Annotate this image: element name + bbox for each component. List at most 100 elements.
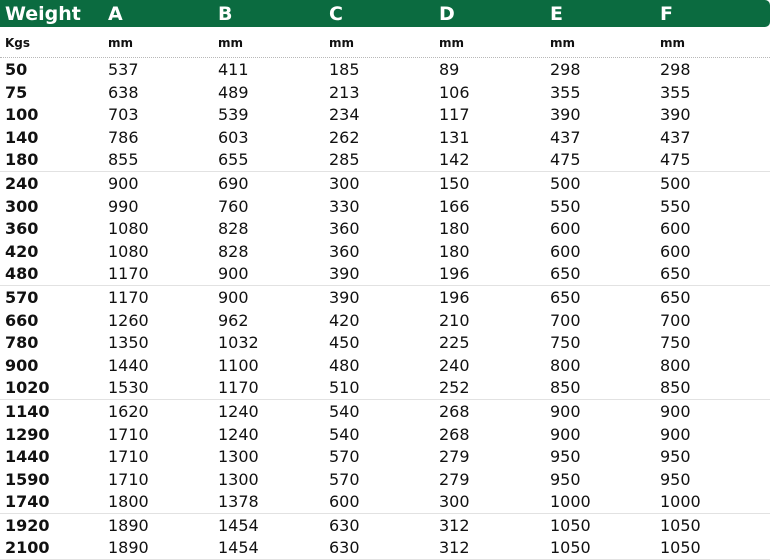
dimension-cell: 166	[439, 196, 470, 216]
dimension-cell: 330	[329, 196, 360, 216]
table-row: 240 900 690 300 150 500 500	[0, 172, 770, 195]
dimension-cell: 1170	[218, 378, 259, 398]
dimension-cell: 1620	[108, 401, 149, 421]
dimension-cell: 312	[439, 538, 470, 558]
dimension-cell: 962	[218, 310, 249, 330]
weight-cell: 2100	[5, 538, 50, 558]
dimension-cell: 1300	[218, 447, 259, 467]
dimension-cell: 1800	[108, 492, 149, 512]
unit-d: mm	[439, 36, 465, 50]
dimension-cell: 234	[329, 105, 360, 125]
dimension-cell: 252	[439, 378, 470, 398]
dimension-cell: 990	[108, 196, 139, 216]
dimension-cell: 225	[439, 333, 470, 353]
dimension-cell: 603	[218, 127, 249, 147]
dimension-cell: 850	[660, 378, 691, 398]
dimension-cell: 1050	[550, 538, 591, 558]
table-body: 50 537 411 185 89 298 298 75 638 489 213 106 355 355 1…	[0, 58, 770, 560]
dimension-cell: 630	[329, 515, 360, 535]
table-row: 360 1080 828 360 180 600 600	[0, 217, 770, 240]
dimension-cell: 279	[439, 447, 470, 467]
table-row: 2100 1890 1454 630 312 1050 1050	[0, 536, 770, 559]
dimension-cell: 131	[439, 127, 470, 147]
table-row: 1590 1710 1300 570 279 950 950	[0, 468, 770, 491]
dimension-cell: 570	[329, 447, 360, 467]
weight-cell: 140	[5, 127, 39, 147]
dimension-cell: 1260	[108, 310, 149, 330]
dimension-cell: 900	[218, 287, 249, 307]
dimension-cell: 355	[660, 82, 691, 102]
table-row: 140 786 603 262 131 437 437	[0, 126, 770, 149]
table-row: 420 1080 828 360 180 600 600	[0, 240, 770, 263]
dimension-cell: 1100	[218, 355, 259, 375]
dimension-cell: 850	[550, 378, 581, 398]
dimension-cell: 690	[218, 173, 249, 193]
header-a: A	[108, 3, 123, 25]
dimension-cell: 142	[439, 150, 470, 170]
dimension-cell: 390	[550, 105, 581, 125]
dimension-cell: 360	[329, 241, 360, 261]
weight-cell: 780	[5, 333, 39, 353]
dimension-cell: 1378	[218, 492, 259, 512]
dimension-cell: 450	[329, 333, 360, 353]
weight-cell: 570	[5, 287, 39, 307]
unit-c: mm	[329, 36, 355, 50]
header-d: D	[439, 3, 455, 25]
dimension-cell: 750	[660, 333, 691, 353]
dimension-cell: 500	[660, 173, 691, 193]
row-group: 240 900 690 300 150 500 500 300 990 760 330 166 550 5…	[0, 172, 770, 286]
weight-cell: 360	[5, 219, 39, 239]
dimension-cell: 650	[660, 287, 691, 307]
weight-cell: 180	[5, 150, 39, 170]
dimension-cell: 855	[108, 150, 139, 170]
dimension-cell: 900	[550, 424, 581, 444]
table-row: 1020 1530 1170 510 252 850 850	[0, 376, 770, 399]
dimension-cell: 89	[439, 60, 460, 79]
dimension-cell: 540	[329, 424, 360, 444]
dimension-cell: 650	[550, 264, 581, 284]
row-group: 570 1170 900 390 196 650 650 660 1260 962 420 210 70…	[0, 286, 770, 400]
dimension-cell: 1454	[218, 538, 259, 558]
dimension-cell: 760	[218, 196, 249, 216]
row-group: 1140 1620 1240 540 268 900 900 1290 1710 1240 540 2…	[0, 400, 770, 514]
dimension-cell: 106	[439, 82, 470, 102]
table-header: Weight A B C D E F	[0, 0, 770, 27]
weight-cell: 1740	[5, 492, 50, 512]
dimension-cell: 475	[660, 150, 691, 170]
dimension-cell: 437	[550, 127, 581, 147]
dimension-cell: 1050	[660, 538, 701, 558]
weight-cell: 1920	[5, 515, 50, 535]
table-row: 780 1350 1032 450 225 750 750	[0, 331, 770, 354]
dimension-cell: 1240	[218, 424, 259, 444]
dimension-cell: 285	[329, 150, 360, 170]
dimension-cell: 600	[660, 241, 691, 261]
dimension-cell: 800	[550, 355, 581, 375]
dimension-cell: 600	[550, 219, 581, 239]
header-weight: Weight	[5, 3, 81, 25]
dimension-cell: 268	[439, 424, 470, 444]
dimension-cell: 360	[329, 219, 360, 239]
dimension-cell: 700	[550, 310, 581, 330]
dimension-cell: 638	[108, 82, 139, 102]
dimension-cell: 355	[550, 82, 581, 102]
table-row: 1440 1710 1300 570 279 950 950	[0, 445, 770, 468]
weight-cell: 300	[5, 196, 39, 216]
table-row: 570 1170 900 390 196 650 650	[0, 286, 770, 309]
dimension-cell: 1710	[108, 424, 149, 444]
dimension-cell: 500	[550, 173, 581, 193]
header-c: C	[329, 3, 343, 25]
dimension-cell: 1000	[660, 492, 701, 512]
dimension-cell: 539	[218, 105, 249, 125]
dimension-cell: 650	[660, 264, 691, 284]
header-e: E	[550, 3, 563, 25]
weight-dimensions-table: Weight A B C D E F Kgs mm mm mm mm mm mm…	[0, 0, 770, 560]
unit-f: mm	[660, 36, 686, 50]
dimension-cell: 150	[439, 173, 470, 193]
dimension-cell: 550	[660, 196, 691, 216]
dimension-cell: 1240	[218, 401, 259, 421]
dimension-cell: 1080	[108, 241, 149, 261]
dimension-cell: 800	[660, 355, 691, 375]
weight-cell: 420	[5, 241, 39, 261]
weight-cell: 75	[5, 82, 28, 102]
dimension-cell: 1710	[108, 447, 149, 467]
